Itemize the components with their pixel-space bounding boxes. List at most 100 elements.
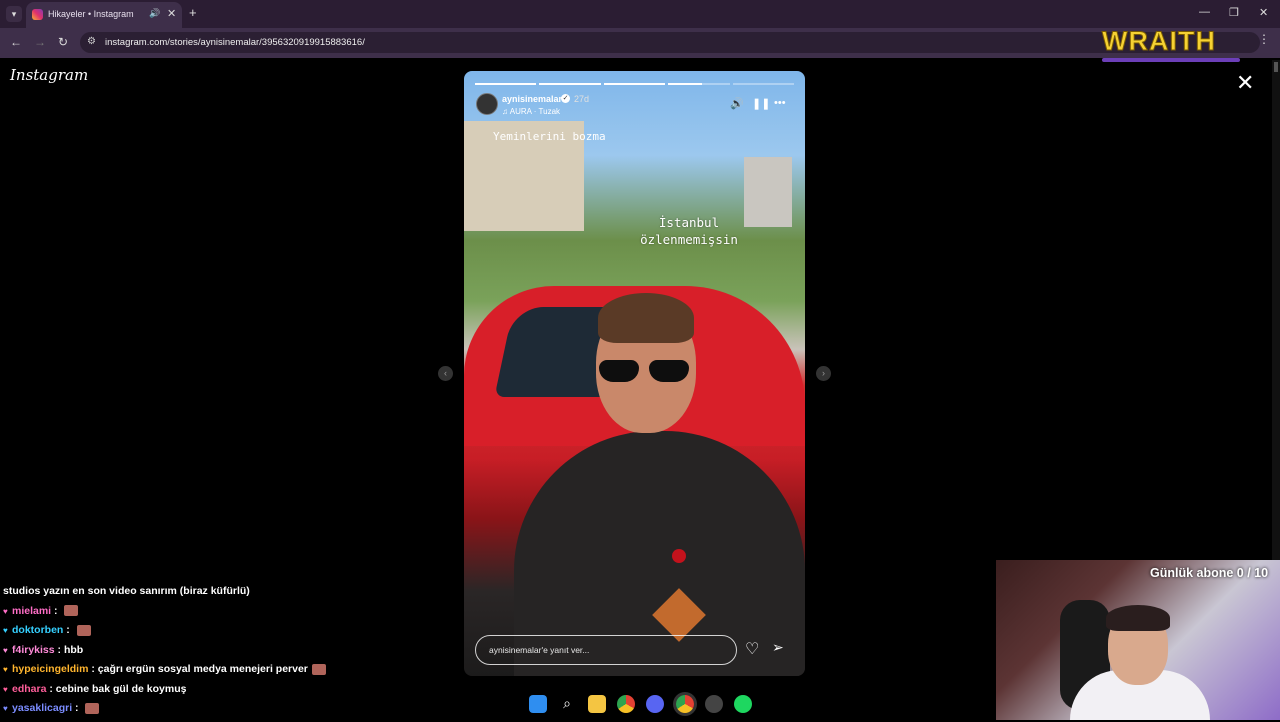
wraith-logo: WRAITH — [1102, 26, 1216, 57]
obs-icon[interactable] — [705, 695, 723, 713]
story-time: 27d — [574, 94, 590, 104]
chat-separator: : — [63, 624, 73, 636]
chat-username: yasaklicagri — [12, 702, 73, 714]
tab-close-icon[interactable]: ✕ — [167, 7, 176, 20]
new-tab-button[interactable]: + — [189, 5, 197, 20]
tab-bar: ▾ Hikayeler • Instagram 🔊 ✕ + — ❐ ✕ — [0, 0, 1280, 28]
browser-menu-icon[interactable]: ⋮ — [1258, 32, 1270, 46]
story-username[interactable]: aynisinemalar — [502, 94, 562, 104]
chat-message: ♥ edhara : cebine bak gül de koymuş — [3, 683, 403, 703]
chat-username: mielami — [12, 604, 52, 617]
chat-emote-icon — [85, 702, 100, 714]
story-progress-fill — [603, 83, 666, 85]
chat-text: hbb — [63, 643, 84, 656]
chat-separator: : — [72, 702, 82, 714]
story-progress-fill — [668, 83, 702, 85]
chat-emote-icon — [64, 605, 79, 617]
url-text: instagram.com/stories/aynisinemalar/3956… — [105, 37, 365, 48]
chat-separator: : — [46, 682, 56, 695]
story-caption-top: Yeminlerini bozma — [493, 130, 606, 143]
address-bar[interactable]: ⚙ instagram.com/stories/aynisinemalar/39… — [80, 32, 1260, 53]
chat-separator: : — [54, 643, 64, 656]
chat-message: ♥ mielami : — [3, 605, 403, 625]
chat-emote-icon — [76, 624, 91, 636]
chat-badge-icon: ♥ — [3, 645, 8, 655]
chat-separator: : — [88, 663, 98, 675]
instagram-favicon-icon — [32, 9, 43, 20]
discord-icon[interactable] — [646, 695, 664, 713]
chat-username: f4irykiss — [12, 643, 55, 656]
chat-badge-icon: ♥ — [3, 626, 8, 635]
site-info-icon[interactable]: ⚙ — [87, 36, 96, 47]
next-story-icon[interactable]: › — [816, 366, 831, 381]
chat-message: ♥ doktorben : — [3, 624, 403, 644]
story-progress-fill — [475, 83, 537, 85]
story-progress-segment — [539, 83, 601, 85]
avatar[interactable] — [476, 93, 498, 115]
restore-icon[interactable]: ❐ — [1229, 6, 1239, 19]
navigation-bar: ← → ↻ ⚙ instagram.com/stories/aynisinema… — [0, 28, 1280, 58]
chat-badge-icon: ♥ — [3, 665, 8, 674]
tab-search-button[interactable]: ▾ — [6, 6, 22, 22]
sub-goal-label: Günlük abone 0 / 10 — [1150, 566, 1269, 580]
chat-message: ♥ yasaklicagri : — [3, 702, 403, 722]
like-heart-icon[interactable]: ♡ — [745, 639, 759, 659]
scrollbar[interactable] — [1272, 60, 1280, 560]
chat-text: cebine bak gül de koymuş — [55, 682, 187, 695]
story-progress-segment — [668, 83, 730, 85]
close-icon[interactable]: ✕ — [1259, 6, 1268, 19]
story-viewer[interactable]: aynisinemalar ✓ 27d ♫ AURA · Tuzak 🔊 ❚❚ … — [464, 71, 805, 676]
story-music[interactable]: ♫ AURA · Tuzak — [502, 107, 560, 116]
story-progress-segment — [475, 83, 537, 85]
story-progress-fill — [539, 83, 601, 85]
story-caption-mid: İstanbul özlenmemişsin — [640, 215, 738, 247]
chat-separator: : — [51, 604, 61, 617]
reload-icon[interactable]: ↻ — [58, 35, 68, 49]
reply-input[interactable]: aynisinemalar'e yanıt ver... — [475, 635, 737, 665]
previous-story-icon[interactable]: ‹ — [438, 366, 453, 381]
chat-text: studios yazın en son video sanırım (bira… — [3, 585, 250, 597]
search-icon[interactable]: ⌕ — [558, 695, 576, 713]
chat-emote-icon — [311, 663, 326, 675]
chat-message: ♥ f4irykiss : hbb — [3, 644, 403, 664]
chat-username: hypeicingeldim — [12, 663, 89, 675]
close-story-button[interactable]: ✕ — [1236, 70, 1254, 96]
back-icon[interactable]: ← — [10, 35, 22, 49]
music-note-icon: ♫ — [502, 107, 510, 116]
tab-instagram[interactable]: Hikayeler • Instagram 🔊 ✕ — [26, 2, 182, 28]
chat-badge-icon: ♥ — [3, 684, 8, 694]
pause-icon[interactable]: ❚❚ — [752, 97, 770, 110]
spotify-icon[interactable] — [734, 695, 752, 713]
chrome-active-icon[interactable] — [676, 695, 694, 713]
send-icon[interactable]: ➢ — [772, 639, 784, 656]
story-progress-segment — [603, 83, 666, 85]
story-image-hair — [598, 293, 694, 343]
scrollbar-thumb[interactable] — [1274, 62, 1278, 72]
chat-message: studios yazın en son video sanırım (bira… — [3, 585, 403, 605]
tab-title: Hikayeler • Instagram — [48, 9, 134, 19]
chat-badge-icon: ♥ — [3, 606, 8, 616]
chat-text: çağrı ergün sosyal medya menejeri perver — [97, 663, 308, 675]
more-options-icon[interactable]: ••• — [774, 97, 786, 109]
forward-icon[interactable]: → — [34, 35, 46, 49]
verified-badge-icon: ✓ — [561, 94, 570, 103]
minimize-icon[interactable]: — — [1199, 6, 1210, 18]
webcam-person-hair — [1106, 605, 1170, 631]
file-explorer-icon[interactable] — [588, 695, 606, 713]
instagram-logo[interactable]: Instagram — [10, 66, 88, 84]
story-image-sunglasses — [599, 360, 691, 382]
stream-chat: studios yazın en son video sanırım (bira… — [3, 585, 403, 722]
chat-username: edhara — [12, 682, 47, 695]
speaker-icon[interactable]: 🔊 — [149, 8, 160, 19]
speaker-icon[interactable]: 🔊 — [730, 97, 744, 110]
chat-badge-icon: ♥ — [3, 704, 8, 713]
wraith-logo-bar — [1102, 58, 1240, 62]
windows-start-icon[interactable] — [529, 695, 547, 713]
music-label: AURA · Tuzak — [509, 107, 561, 116]
story-image-rose — [672, 549, 686, 563]
chat-username: doktorben — [12, 624, 64, 636]
chat-message: ♥ hypeicingeldim : çağrı ergün sosyal med… — [3, 663, 403, 683]
reply-placeholder: aynisinemalar'e yanıt ver... — [489, 645, 590, 655]
story-progress-segment — [732, 83, 794, 85]
chrome-icon[interactable] — [617, 695, 635, 713]
